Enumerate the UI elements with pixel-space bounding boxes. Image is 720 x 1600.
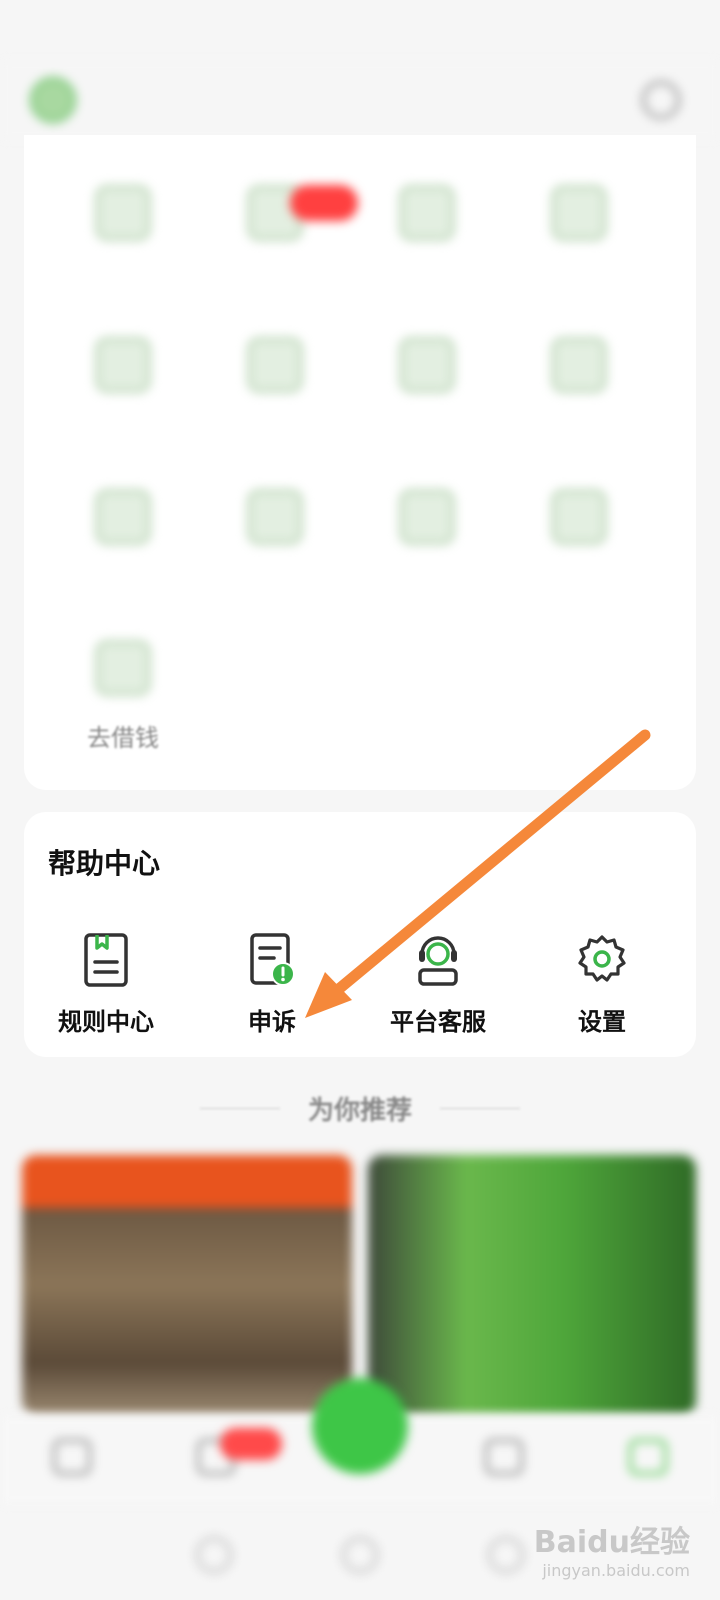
grid-icon	[399, 489, 455, 545]
watermark-url: jingyan.baidu.com	[542, 1561, 690, 1580]
help-center-card: 帮助中心 规则中心 申诉 平台客服 设置	[24, 812, 696, 1057]
grid-item[interactable]	[48, 489, 198, 619]
publish-fab-button[interactable]	[312, 1378, 408, 1474]
grid-icon	[551, 185, 607, 241]
grid-icon	[247, 489, 303, 545]
grid-item[interactable]	[200, 337, 350, 467]
recommend-title: 为你推荐	[307, 1095, 412, 1126]
top-navbar	[0, 60, 720, 140]
product-banner	[22, 1155, 352, 1207]
rules-icon	[84, 933, 128, 987]
tab-home[interactable]	[53, 1439, 91, 1481]
appeal-label: 申诉	[248, 1007, 296, 1036]
rules-center-label: 规则中心	[58, 1007, 154, 1036]
rules-center-button[interactable]: 规则中心	[26, 932, 186, 1042]
recommend-header: 为你推荐	[0, 1088, 720, 1128]
tools-card: 去借钱	[24, 135, 696, 790]
nav-right-action[interactable]	[642, 81, 690, 119]
grid-item[interactable]	[504, 185, 654, 315]
appeal-button[interactable]: 申诉	[192, 932, 352, 1042]
home-icon	[53, 1439, 91, 1475]
grid-item[interactable]	[48, 185, 198, 315]
settings-label: 设置	[578, 1007, 626, 1036]
message-badge	[220, 1428, 282, 1460]
grid-item[interactable]	[504, 489, 654, 619]
status-bar	[0, 0, 720, 50]
platform-service-label: 平台客服	[390, 1007, 486, 1036]
grid-item[interactable]	[352, 337, 502, 467]
home-circle-icon[interactable]	[342, 1537, 378, 1573]
profile-icon	[629, 1439, 667, 1475]
grid-icon	[551, 489, 607, 545]
grid-icon	[399, 185, 455, 241]
grid-item[interactable]	[352, 489, 502, 619]
new-badge	[290, 185, 358, 221]
grid-item[interactable]	[352, 185, 502, 315]
customer-service-icon	[418, 936, 458, 986]
grid-item-borrow[interactable]: 去借钱	[48, 640, 198, 770]
grid-icon	[551, 337, 607, 393]
grid-icon	[95, 185, 151, 241]
grid-icon	[95, 337, 151, 393]
grid-icon	[247, 337, 303, 393]
grid-item[interactable]	[504, 337, 654, 467]
baidu-watermark: Baidu经验 jingyan.baidu.com	[534, 1517, 690, 1580]
grid-icon	[95, 489, 151, 545]
grid-item[interactable]	[200, 489, 350, 619]
service-icon	[642, 81, 680, 119]
tab-mine[interactable]	[629, 1439, 667, 1481]
divider	[440, 1107, 520, 1109]
grid-icon	[399, 337, 455, 393]
avatar[interactable]	[30, 77, 76, 123]
settings-button[interactable]: 设置	[522, 932, 682, 1042]
platform-service-button[interactable]: 平台客服	[358, 932, 518, 1042]
product-card[interactable]	[22, 1155, 352, 1415]
divider	[199, 1107, 280, 1109]
borrow-icon	[95, 640, 151, 696]
grid-item[interactable]	[48, 337, 198, 467]
help-center-title: 帮助中心	[48, 847, 161, 880]
product-card[interactable]	[368, 1155, 696, 1415]
recents-icon[interactable]	[488, 1537, 524, 1573]
discover-icon	[485, 1439, 523, 1475]
appeal-icon	[250, 933, 295, 986]
back-icon[interactable]	[196, 1537, 232, 1573]
watermark-logo-text: Baidu经验	[533, 1525, 690, 1560]
tab-discover[interactable]	[485, 1439, 523, 1481]
settings-gear-icon	[578, 935, 626, 982]
grid-item-label: 去借钱	[87, 724, 159, 752]
